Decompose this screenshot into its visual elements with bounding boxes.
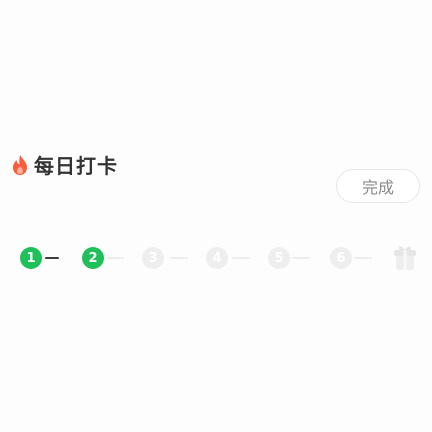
checkin-progress: 1 2 3 4 5 6: [20, 244, 416, 274]
flame-icon: [13, 154, 27, 175]
step-4: 4: [206, 247, 228, 269]
step-2: 2: [82, 247, 104, 269]
step-3: 3: [142, 247, 164, 269]
step-connector: [106, 257, 124, 259]
step-5: 5: [268, 247, 290, 269]
step-connector: [45, 257, 59, 259]
step-connector: [232, 257, 250, 259]
step-connector: [292, 257, 310, 259]
step-1: 1: [20, 247, 42, 269]
gift-icon: [394, 246, 416, 270]
done-button[interactable]: 完成: [336, 169, 420, 203]
step-connector: [354, 257, 372, 259]
daily-checkin-card: 每日打卡 完成 1 2 3 4 5 6: [0, 0, 432, 432]
step-6: 6: [330, 247, 352, 269]
step-connector: [170, 257, 188, 259]
checkin-header: 每日打卡: [10, 150, 118, 179]
page-title: 每日打卡: [34, 154, 118, 178]
